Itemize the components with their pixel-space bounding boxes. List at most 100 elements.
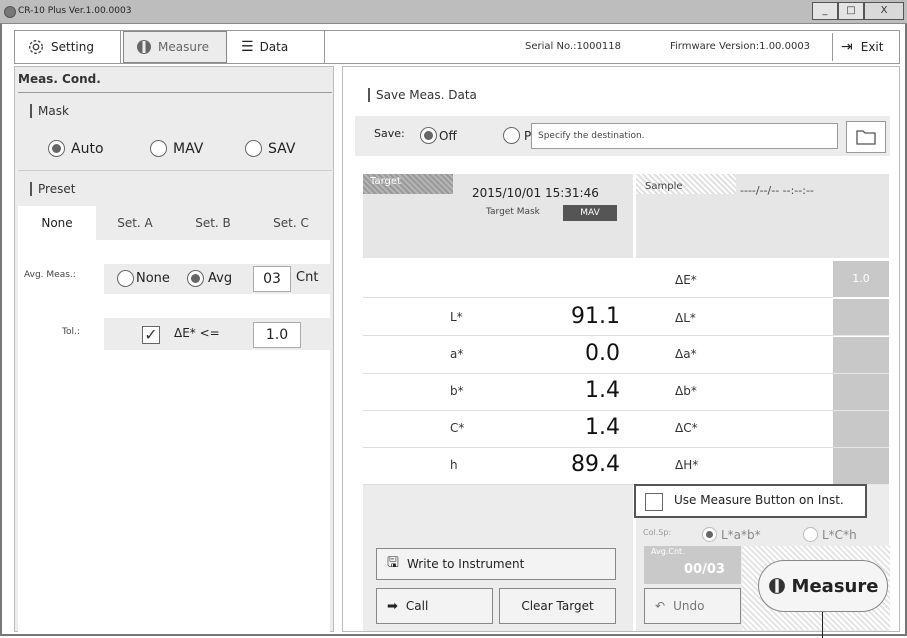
row-delta-label: Δb* xyxy=(675,384,697,398)
tolerance-value-input[interactable]: 1.0 xyxy=(253,322,301,348)
radio-icon xyxy=(187,270,204,287)
color-space-lab-option[interactable]: L*a*b* xyxy=(702,524,761,543)
undo-icon: ↶ xyxy=(655,599,666,613)
checkbox-icon xyxy=(645,492,663,511)
row-label: C* xyxy=(450,421,465,435)
call-label: Call xyxy=(405,599,429,613)
tolerance-checkbox[interactable]: ✓ xyxy=(142,324,160,344)
radio-icon xyxy=(803,527,818,542)
radio-icon xyxy=(150,140,167,157)
target-mask-badge: MAV xyxy=(563,205,617,221)
firmware-version: Firmware Version:1.00.0003 xyxy=(670,41,811,52)
measure-icon xyxy=(768,578,785,594)
avg-count-input[interactable]: 03 xyxy=(253,266,291,292)
divider xyxy=(18,170,332,171)
measure-label: Measure xyxy=(791,575,879,597)
window-title: CR-10 Plus Ver.1.00.0003 xyxy=(18,6,132,16)
exit-button[interactable]: ⇥ Exit xyxy=(841,31,883,63)
write-to-instrument-button[interactable]: 🖫 Write to Instrument xyxy=(376,548,616,580)
radio-icon xyxy=(702,527,717,542)
arrow-right-icon: ➡ xyxy=(387,598,398,614)
avg-count-value: 00/03 xyxy=(684,562,725,577)
target-datetime: 2015/10/01 15:31:46 xyxy=(472,186,599,200)
checkmark-icon: ✓ xyxy=(142,325,160,344)
measure-tab-label: Measure xyxy=(158,40,209,54)
write-label: Write to Instrument xyxy=(406,557,525,571)
measure-button[interactable]: Measure xyxy=(758,560,888,612)
delta-value-cell xyxy=(833,374,889,411)
delta-value-cell xyxy=(833,411,889,448)
folder-icon xyxy=(856,130,876,145)
exit-icon: ⇥ xyxy=(841,39,853,55)
tab-preset-b[interactable]: Set. B xyxy=(174,206,252,240)
save-option-off[interactable]: Off xyxy=(420,125,457,144)
delta-value-cell xyxy=(833,337,889,374)
avg-count-unit: Cnt xyxy=(296,270,319,285)
measure-tab-button[interactable]: Measure xyxy=(123,31,227,63)
avg-option-none[interactable]: None xyxy=(117,268,170,287)
row-value: 89.4 xyxy=(571,452,620,477)
delta-e-label: ΔE* xyxy=(675,273,697,287)
mask-option-auto[interactable]: Auto xyxy=(48,138,104,157)
maximize-button[interactable]: □ xyxy=(838,2,864,20)
meas-cond-title: Meas. Cond. xyxy=(18,72,101,86)
avg-meas-label: Avg. Meas.: xyxy=(24,270,76,280)
destination-field[interactable]: Specify the destination. xyxy=(531,123,838,149)
use-measure-checkbox[interactable] xyxy=(645,491,663,511)
gear-icon xyxy=(29,40,43,54)
row-label: a* xyxy=(450,347,464,361)
row-value: 91.1 xyxy=(571,304,620,329)
row-delta-label: ΔH* xyxy=(675,458,699,472)
preset-tabs: None Set. A Set. B Set. C xyxy=(18,206,330,240)
delta-e-threshold: 1.0 xyxy=(833,261,889,297)
row-value: 1.4 xyxy=(585,378,620,403)
tab-preset-c[interactable]: Set. C xyxy=(252,206,330,240)
minimize-button[interactable]: _ xyxy=(812,2,838,20)
exit-label: Exit xyxy=(860,40,884,54)
close-window-button[interactable]: X xyxy=(864,2,904,20)
call-button[interactable]: ➡ Call xyxy=(376,588,493,624)
color-space-label: Col.Sp: xyxy=(643,528,672,537)
measure-icon xyxy=(137,40,151,54)
sample-datetime: ----/--/-- --:--:-- xyxy=(740,184,814,197)
row-label: L* xyxy=(450,310,463,324)
divider xyxy=(832,33,833,61)
row-delta-label: ΔL* xyxy=(675,311,696,325)
tolerance-criterion: ΔE* <= xyxy=(174,326,220,340)
mask-option-sav[interactable]: SAV xyxy=(245,138,295,157)
target-mask-label: Target Mask xyxy=(486,207,540,217)
row-delta-label: ΔC* xyxy=(675,421,698,435)
list-icon: ☰ xyxy=(241,39,254,55)
app-icon xyxy=(4,6,16,18)
radio-icon xyxy=(503,127,520,144)
tab-preset-none[interactable]: None xyxy=(18,206,96,240)
data-tab-label: Data xyxy=(259,40,289,54)
delta-value-cell xyxy=(833,448,889,485)
browse-folder-button[interactable] xyxy=(846,121,886,153)
save-meas-title: Save Meas. Data xyxy=(368,88,477,102)
setting-button[interactable]: Setting xyxy=(15,31,121,63)
data-tab-button[interactable]: ☰ Data xyxy=(229,31,325,63)
row-value: 0.0 xyxy=(585,341,620,366)
toolbar: Setting Measure ☰ Data Serial No.:100011… xyxy=(14,30,900,64)
clear-target-label: Clear Target xyxy=(521,599,594,613)
undo-button[interactable]: ↶ Undo xyxy=(644,588,741,624)
mask-option-mav[interactable]: MAV xyxy=(150,138,203,157)
avg-count-label: Avg.Cnt. xyxy=(651,547,685,556)
divider xyxy=(18,92,332,93)
color-space-lch-option[interactable]: L*C*h xyxy=(803,524,857,543)
save-label: Save: xyxy=(374,127,405,140)
target-title: Target xyxy=(370,176,401,187)
clear-target-button[interactable]: Clear Target xyxy=(499,588,616,624)
radio-icon xyxy=(420,127,437,144)
preset-title: Preset xyxy=(30,182,75,196)
row-delta-label: Δa* xyxy=(675,347,697,361)
mask-title: Mask xyxy=(30,104,69,118)
avg-option-avg[interactable]: Avg xyxy=(187,268,232,287)
sample-title: Sample xyxy=(645,181,683,192)
preset-body xyxy=(18,240,330,632)
row-value: 1.4 xyxy=(585,415,620,440)
radio-icon xyxy=(245,140,262,157)
setting-label: Setting xyxy=(51,40,94,54)
tab-preset-a[interactable]: Set. A xyxy=(96,206,174,240)
